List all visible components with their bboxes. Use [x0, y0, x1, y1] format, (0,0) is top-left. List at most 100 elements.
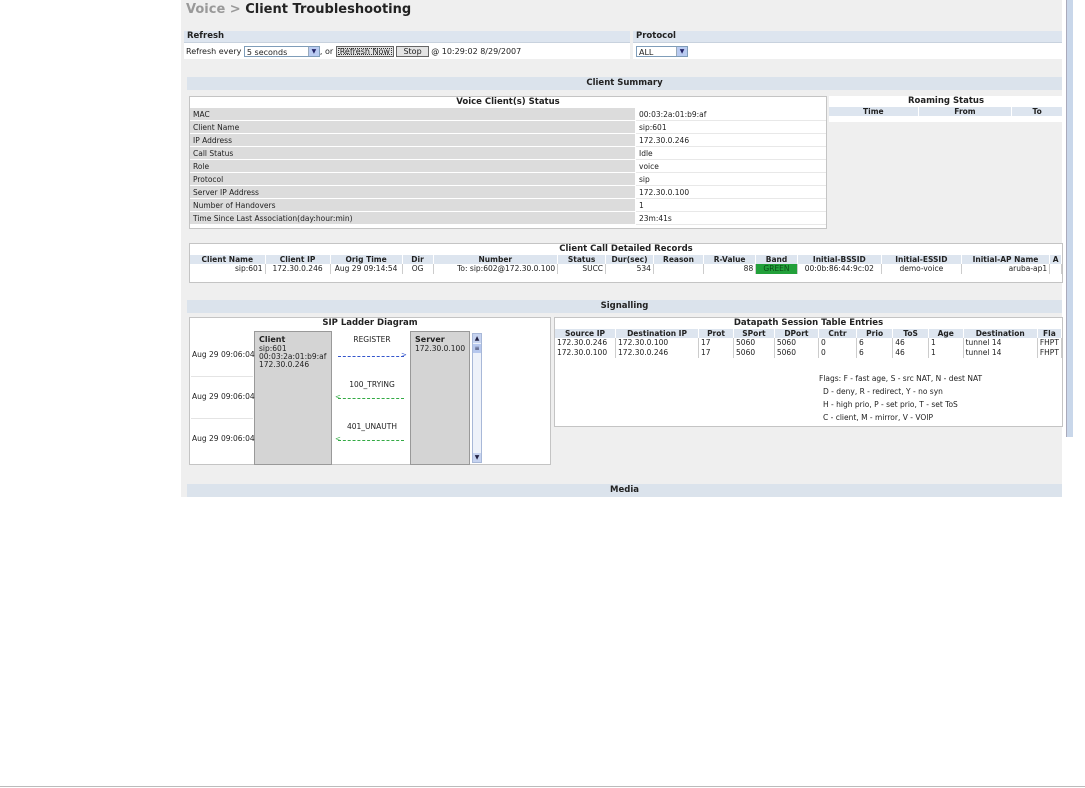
scroll-up-icon[interactable]: ▲ [473, 334, 481, 343]
status-value: 172.30.0.100 [635, 185, 826, 199]
table-cell: 88 [703, 264, 757, 274]
datapath-table: Source IP Destination IP Prot SPort DPort Cnt… [555, 329, 1063, 358]
table-cell: 172.30.0.246 [555, 338, 617, 348]
sip-ladder-title: SIP Ladder Diagram [190, 318, 550, 330]
chevron-down-icon: ▼ [307, 47, 319, 56]
breadcrumb-separator: > [229, 2, 241, 17]
table-cell: 1 [928, 338, 964, 348]
column-header[interactable]: Time [829, 107, 919, 116]
column-header[interactable]: Status [557, 255, 607, 264]
sip-event-time: Aug 29 09:06:04 [192, 350, 255, 359]
table-cell: aruba-ap1 [961, 264, 1051, 274]
sip-row-divider [191, 376, 253, 377]
column-header[interactable]: Initial-AP Name [961, 255, 1051, 264]
column-header[interactable]: Prio [856, 329, 894, 338]
column-header[interactable]: From [918, 107, 1013, 116]
scroll-down-icon[interactable]: ▼ [473, 453, 481, 462]
column-header[interactable]: Destination IP [615, 329, 700, 338]
refresh-controls: Refresh every 5 seconds ▼ , or Refresh N… [184, 43, 630, 59]
sip-row-divider [191, 418, 253, 419]
sip-ladder-scrollbar[interactable]: ▲ ≡ ▼ [472, 333, 482, 463]
column-header[interactable]: Dur(sec) [605, 255, 654, 264]
refresh-every-label: Refresh every [186, 47, 242, 56]
sip-event-time: Aug 29 09:06:04 [192, 392, 255, 401]
column-header[interactable]: To [1011, 107, 1063, 116]
refresh-now-button[interactable]: Refresh Now [335, 46, 394, 57]
flags-line-4: C - client, M - mirror, V - VOIP [823, 413, 933, 422]
breadcrumb-voice[interactable]: Voice [186, 2, 225, 17]
table-cell: 5060 [774, 338, 819, 348]
status-row: Call Status Idle [190, 146, 826, 160]
sip-client-label: Client [259, 335, 286, 344]
datapath-panel: Datapath Session Table Entries Source IP… [554, 317, 1063, 427]
sip-message-label[interactable]: 401_UNAUTH [338, 422, 406, 431]
column-header[interactable]: Dir [402, 255, 434, 264]
status-value: Idle [635, 146, 826, 160]
voice-client-status-panel: Voice Client(s) Status MAC 00:03:2a:01:b9… [189, 96, 827, 229]
status-value: 172.30.0.246 [635, 133, 826, 147]
table-cell: 0 [818, 348, 858, 358]
status-row: Role voice [190, 159, 826, 173]
table-cell [653, 264, 705, 274]
column-header[interactable]: Number [433, 255, 559, 264]
column-header[interactable]: Cntr [818, 329, 858, 338]
table-cell: tunnel 14 [963, 348, 1038, 358]
column-header[interactable]: Age [928, 329, 964, 338]
status-value: 1 [635, 198, 826, 212]
datapath-flags-legend: Flags: F - fast age, S - src NAT, N - de… [819, 372, 982, 424]
table-row[interactable]: 172.30.0.246 172.30.0.100 17 5060 5060 0 6 46 1 t… [555, 338, 1063, 348]
datapath-title: Datapath Session Table Entries [555, 318, 1062, 329]
column-header[interactable]: ToS [892, 329, 929, 338]
chevron-down-icon: ▼ [676, 47, 687, 56]
window-bottom-border [0, 786, 1085, 787]
table-cell: 6 [856, 348, 894, 358]
stop-button[interactable]: Stop [396, 46, 429, 57]
column-header[interactable]: Source IP [555, 329, 617, 338]
flags-line-1: Flags: F - fast age, S - src NAT, N - de… [819, 374, 983, 383]
status-value: 00:03:2a:01:b9:af [635, 108, 826, 121]
protocol-select[interactable]: ALL ▼ [636, 46, 688, 57]
sip-message-arrow [338, 440, 404, 441]
column-header[interactable]: SPort [733, 329, 775, 338]
arrow-left-icon: < [335, 393, 341, 401]
scroll-thumb[interactable]: ≡ [473, 344, 481, 353]
column-header[interactable]: DPort [774, 329, 819, 338]
refresh-interval-select[interactable]: 5 seconds ▼ [243, 46, 320, 57]
sip-message-arrow [338, 356, 404, 357]
status-key: MAC [190, 108, 636, 121]
column-header[interactable]: Initial-ESSID [881, 255, 962, 264]
column-header[interactable]: Prot [698, 329, 735, 338]
or-label: , or [319, 47, 334, 56]
page-scrollbar[interactable] [1066, 0, 1073, 437]
column-header[interactable]: Client Name [190, 255, 266, 264]
sip-message-label[interactable]: 100_TRYING [338, 380, 406, 389]
status-value: voice [635, 159, 826, 173]
column-header[interactable]: A [1049, 255, 1062, 264]
column-header[interactable]: Fla [1037, 329, 1063, 338]
table-cell: 0 [818, 338, 858, 348]
column-header[interactable]: Destination [963, 329, 1038, 338]
column-header[interactable]: Client IP [265, 255, 331, 264]
table-cell: OG [402, 264, 434, 274]
status-key: Time Since Last Association(day:hour:min… [190, 211, 636, 225]
table-cell: 1 [928, 348, 964, 358]
voice-client-status-table: MAC 00:03:2a:01:b9:af Client Name sip:601 IP… [190, 108, 826, 225]
table-cell [1049, 264, 1062, 274]
flags-line-2: D - deny, R - redirect, Y - no syn [823, 387, 943, 396]
sip-message-label[interactable]: REGISTER [338, 335, 406, 344]
column-header[interactable]: Reason [653, 255, 705, 264]
table-cell: 17 [698, 348, 735, 358]
status-key: IP Address [190, 133, 636, 147]
status-key: Protocol [190, 172, 636, 186]
column-header[interactable]: Orig Time [330, 255, 403, 264]
column-header[interactable]: R-Value [703, 255, 757, 264]
client-summary-header: Client Summary [187, 77, 1062, 90]
column-header[interactable]: Band [755, 255, 798, 264]
table-cell: 534 [605, 264, 654, 274]
status-row: Number of Handovers 1 [190, 198, 826, 212]
table-row[interactable]: sip:601 172.30.0.246 Aug 29 09:14:54 OG To: … [190, 264, 1062, 274]
sip-server-label: Server [415, 335, 445, 344]
column-header[interactable]: Initial-BSSID [797, 255, 882, 264]
table-row[interactable]: 172.30.0.100 172.30.0.246 17 5060 5060 0 6 46 1 t… [555, 348, 1063, 358]
table-cell: Aug 29 09:14:54 [330, 264, 403, 274]
